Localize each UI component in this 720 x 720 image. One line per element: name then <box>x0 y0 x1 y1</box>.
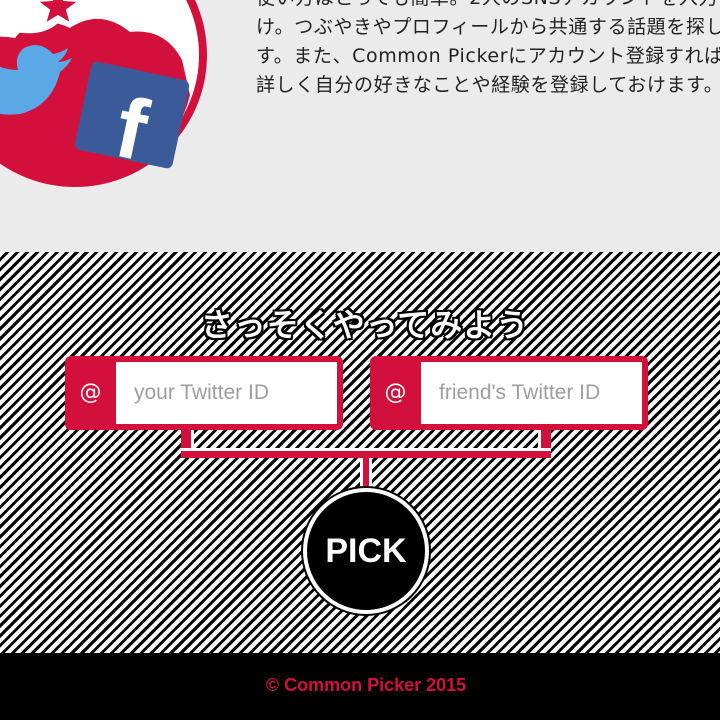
copyright-text: © Common Picker 2015 <box>265 675 467 695</box>
friend-twitter-id-input[interactable] <box>421 362 642 424</box>
sns-illustration: f <box>0 0 207 187</box>
my-twitter-id-input[interactable] <box>116 362 337 424</box>
intro-line: す。また、Common Pickerにアカウント登録すれば、もっと <box>256 45 720 67</box>
connector-line <box>360 458 372 490</box>
intro-line: 詳しく自分の好きなことや経験を登録しておけます。 <box>256 74 720 96</box>
intro-description: 使い方はとっても簡単。2人のSNSアカウントを入力するだ け。つぶやきやプロフィ… <box>256 0 720 100</box>
connector-line <box>181 448 551 458</box>
page: f 使い方はとっても簡単。2人のSNSアカウントを入力するだ け。つぶやきやプロ… <box>0 0 720 720</box>
pick-button[interactable]: PICK <box>303 488 429 614</box>
footer: © Common Picker 2015 <box>0 653 720 720</box>
intro-section: f 使い方はとっても簡単。2人のSNSアカウントを入力するだ け。つぶやきやプロ… <box>0 0 720 252</box>
friend-twitter-id-field: @ <box>370 356 648 430</box>
try-title: さっそくやってみよう <box>200 306 530 344</box>
at-prefix-icon: @ <box>384 380 407 405</box>
my-twitter-id-field: @ <box>65 356 343 430</box>
at-prefix-icon: @ <box>79 380 102 405</box>
intro-line: 使い方はとっても簡単。2人のSNSアカウントを入力するだ <box>256 0 720 13</box>
try-section: さっそくやってみよう @ @ PICK <box>0 252 720 653</box>
intro-line: け。つぶやきやプロフィールから共通する話題を探し出しま <box>256 16 720 38</box>
